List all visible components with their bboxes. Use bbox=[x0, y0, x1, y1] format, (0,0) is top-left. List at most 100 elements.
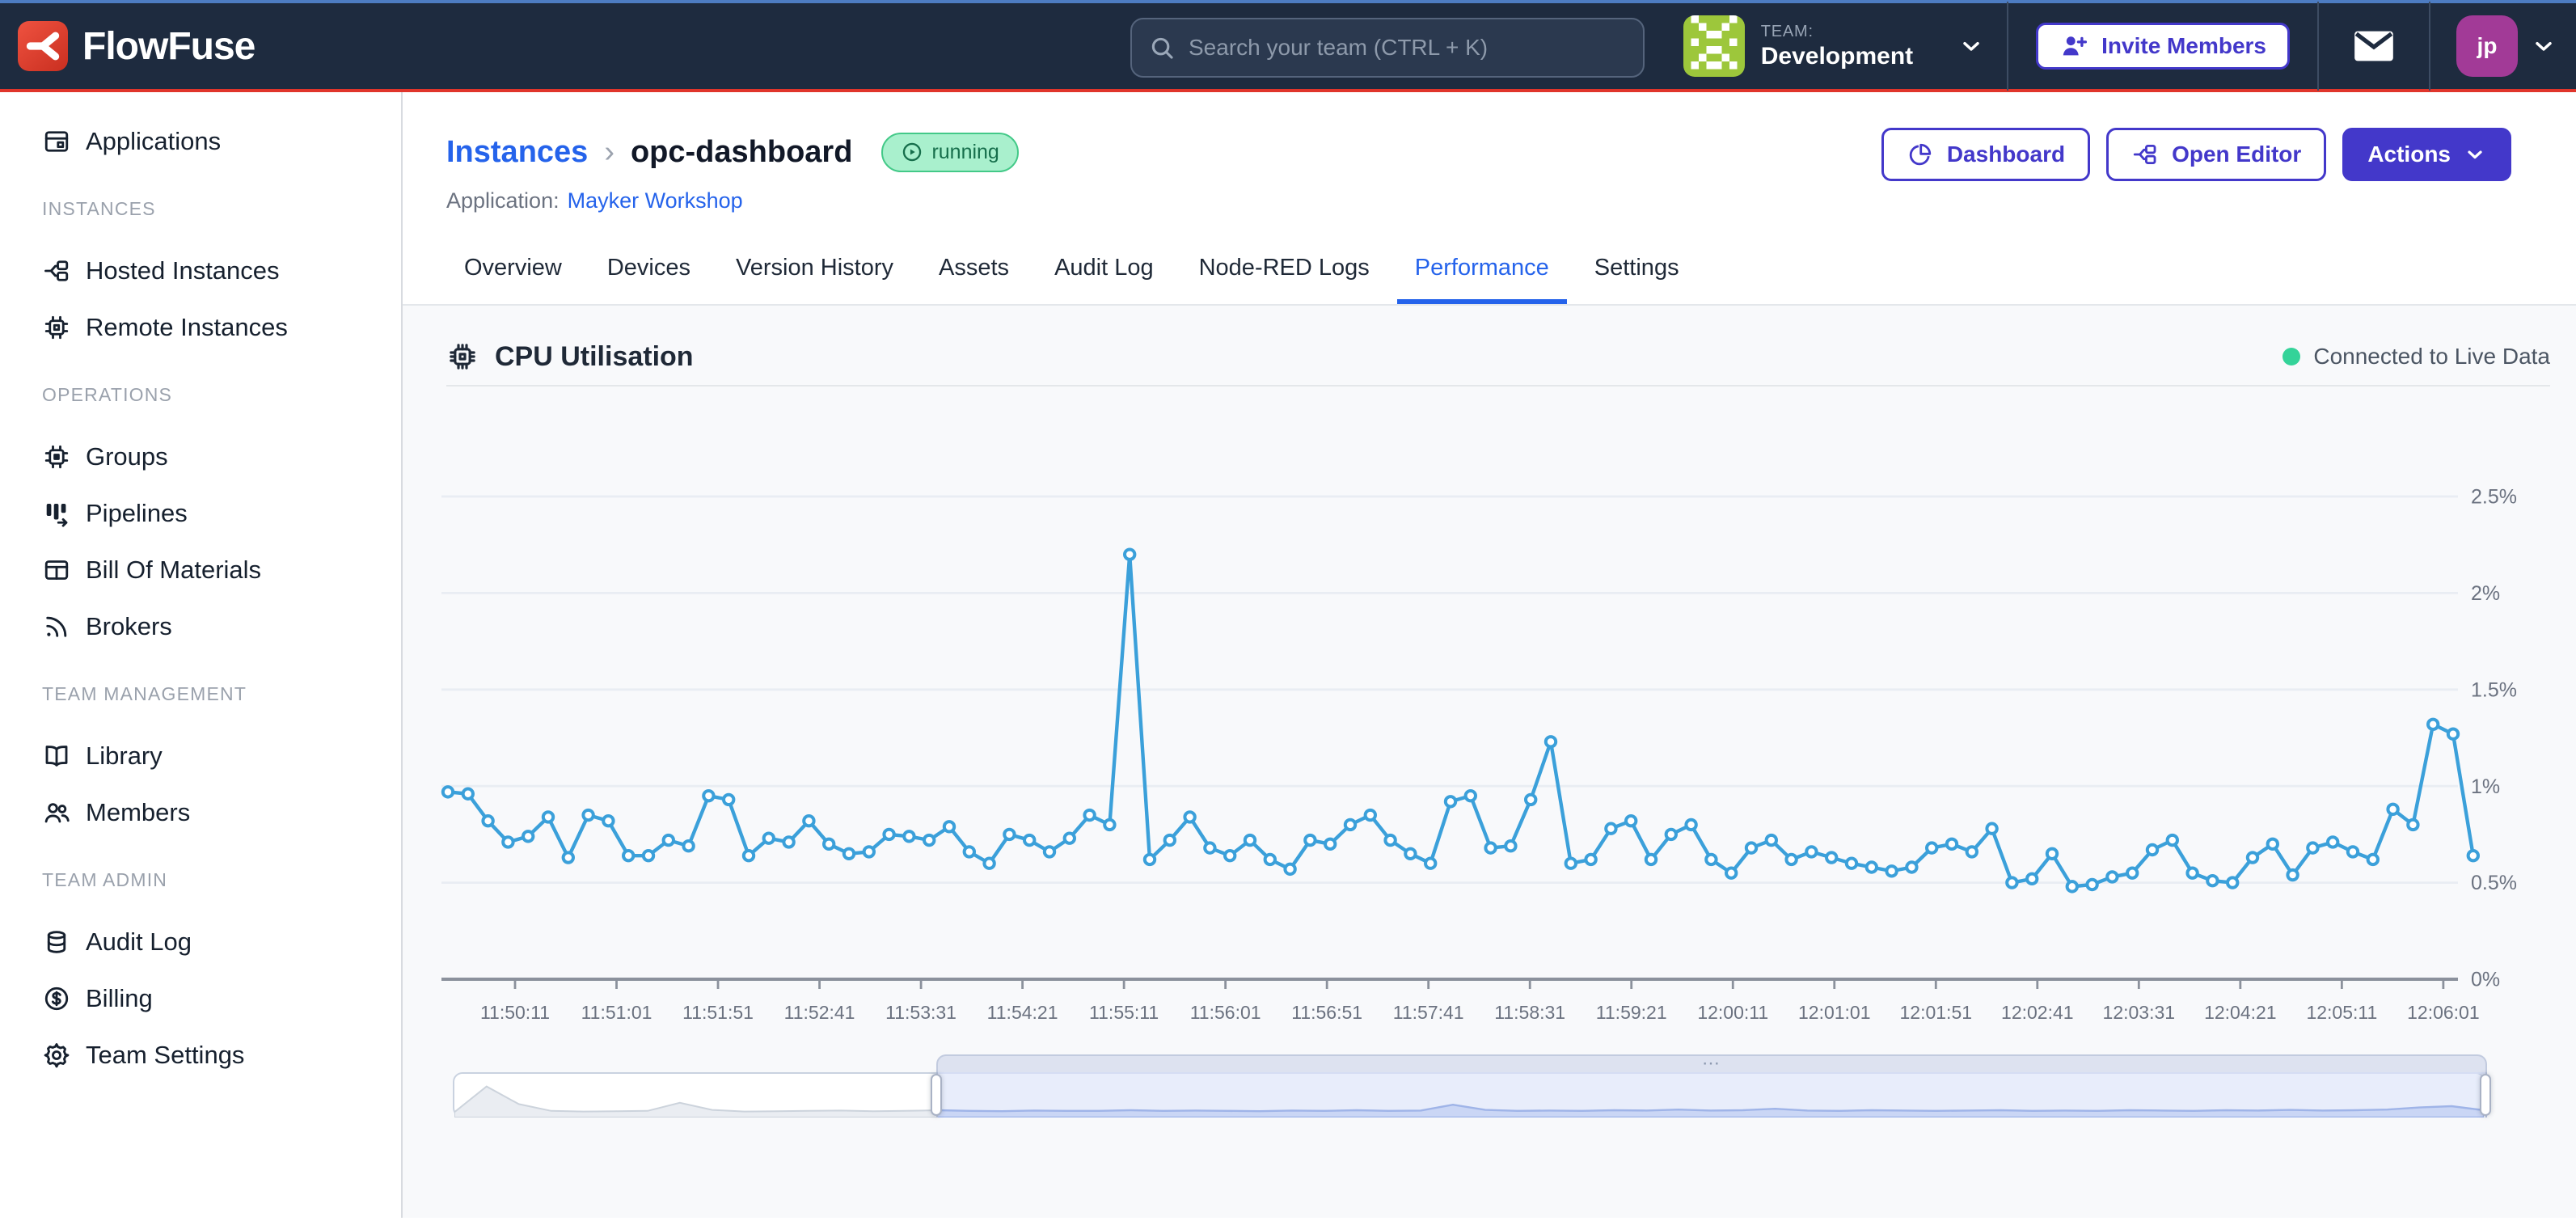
data-point bbox=[664, 835, 674, 845]
play-circle-icon bbox=[901, 141, 923, 163]
audit-log-icon bbox=[42, 927, 71, 957]
brokers-icon bbox=[42, 612, 71, 641]
sidebar-item-label: Library bbox=[86, 741, 163, 771]
data-point bbox=[1245, 835, 1255, 845]
sidebar-item-library[interactable]: Library bbox=[0, 728, 401, 784]
minimap-left-handle[interactable] bbox=[931, 1074, 942, 1116]
x-axis-label: 11:51:51 bbox=[682, 1002, 754, 1023]
tab-version-history[interactable]: Version History bbox=[718, 255, 911, 304]
sidebar-item-applications[interactable]: Applications bbox=[0, 113, 401, 170]
x-axis-label: 11:51:01 bbox=[581, 1002, 652, 1023]
data-point bbox=[603, 816, 613, 826]
data-point bbox=[1847, 859, 1856, 868]
sidebar-item-label: Bill Of Materials bbox=[86, 556, 261, 585]
status-badge-label: running bbox=[931, 141, 999, 164]
flowfuse-logo-icon bbox=[18, 21, 68, 71]
sidebar-item-audit-log[interactable]: Audit Log bbox=[0, 914, 401, 970]
data-point bbox=[844, 849, 854, 859]
y-axis-label: 0% bbox=[2471, 969, 2500, 991]
search-input[interactable] bbox=[1189, 35, 1627, 61]
team-avatar bbox=[1683, 15, 1745, 77]
header-actions: Dashboard Open Editor Actions bbox=[1881, 128, 2511, 181]
data-point bbox=[1686, 820, 1696, 830]
tab-settings[interactable]: Settings bbox=[1577, 255, 1697, 304]
data-point bbox=[1385, 835, 1395, 845]
tab-performance[interactable]: Performance bbox=[1397, 255, 1567, 304]
sidebar-section-header: OPERATIONS bbox=[0, 383, 401, 406]
minimap-selection[interactable] bbox=[936, 1072, 2487, 1117]
data-point bbox=[1366, 810, 1375, 820]
sidebar-item-remote-instances[interactable]: Remote Instances bbox=[0, 299, 401, 356]
data-point bbox=[1706, 855, 1716, 864]
node-editor-icon bbox=[2131, 141, 2159, 168]
search-icon bbox=[1148, 34, 1176, 61]
breadcrumb-instances-link[interactable]: Instances bbox=[446, 135, 588, 170]
data-point bbox=[2308, 843, 2317, 852]
data-point bbox=[1927, 843, 1936, 852]
data-point bbox=[984, 859, 994, 868]
minimap-selection-cap[interactable]: ⋯ bbox=[936, 1054, 2487, 1074]
application-link[interactable]: Mayker Workshop bbox=[568, 188, 743, 213]
application-label: Application: bbox=[446, 188, 560, 213]
data-point bbox=[864, 847, 874, 856]
data-point bbox=[2027, 874, 2037, 884]
brand-name: FlowFuse bbox=[82, 24, 255, 69]
open-editor-button[interactable]: Open Editor bbox=[2106, 128, 2326, 181]
x-axis-label: 12:01:01 bbox=[1798, 1002, 1871, 1023]
sidebar-item-label: Billing bbox=[86, 984, 153, 1013]
data-point bbox=[1446, 796, 1455, 806]
data-point bbox=[1746, 843, 1756, 852]
sidebar-item-groups[interactable]: Groups bbox=[0, 429, 401, 485]
sidebar-item-team-settings[interactable]: Team Settings bbox=[0, 1027, 401, 1084]
data-point bbox=[924, 835, 934, 845]
data-point bbox=[1205, 843, 1214, 852]
team-chevron-down-icon[interactable] bbox=[1936, 33, 2007, 59]
sidebar-item-bill-of-materials[interactable]: Bill Of Materials bbox=[0, 542, 401, 598]
sidebar-item-hosted-instances[interactable]: Hosted Instances bbox=[0, 243, 401, 299]
data-point bbox=[683, 841, 693, 851]
tab-node-red-logs[interactable]: Node-RED Logs bbox=[1181, 255, 1387, 304]
team-search[interactable] bbox=[1130, 18, 1645, 78]
billing-icon bbox=[42, 984, 71, 1013]
notifications-mail-icon[interactable] bbox=[2319, 28, 2429, 64]
actions-button[interactable]: Actions bbox=[2342, 128, 2511, 181]
data-point bbox=[1586, 855, 1595, 864]
data-point bbox=[2047, 849, 2057, 859]
tab-devices[interactable]: Devices bbox=[589, 255, 708, 304]
data-point bbox=[1325, 839, 1335, 849]
data-point bbox=[2368, 855, 2378, 864]
minimap-right-handle[interactable] bbox=[2480, 1074, 2491, 1116]
x-axis-label: 11:56:01 bbox=[1190, 1002, 1261, 1023]
data-point bbox=[1726, 868, 1736, 877]
tab-assets[interactable]: Assets bbox=[921, 255, 1027, 304]
sidebar-item-brokers[interactable]: Brokers bbox=[0, 598, 401, 655]
data-point bbox=[1225, 851, 1235, 860]
data-point bbox=[2228, 877, 2237, 887]
user-menu-chevron-down-icon[interactable] bbox=[2531, 33, 2557, 59]
bill-of-materials-icon bbox=[42, 556, 71, 585]
team-switcher[interactable]: TEAM: Development bbox=[1670, 15, 1936, 77]
sidebar-item-label: Pipelines bbox=[86, 499, 188, 528]
data-point bbox=[1886, 866, 1896, 876]
main-content: Instances › opc-dashboard running Applic… bbox=[403, 92, 2576, 1218]
sidebar-item-billing[interactable]: Billing bbox=[0, 970, 401, 1027]
dashboard-button[interactable]: Dashboard bbox=[1881, 128, 2090, 181]
team-name: Development bbox=[1761, 43, 1913, 70]
sidebar-item-pipelines[interactable]: Pipelines bbox=[0, 485, 401, 542]
data-point bbox=[783, 837, 793, 847]
flowfuse-logo[interactable]: FlowFuse bbox=[0, 21, 255, 71]
tab-audit-log[interactable]: Audit Log bbox=[1037, 255, 1172, 304]
data-point bbox=[904, 831, 914, 841]
data-point bbox=[2408, 820, 2418, 830]
drag-grip-icon[interactable]: ⋯ bbox=[938, 1056, 2485, 1071]
invite-members-button[interactable]: Invite Members bbox=[2036, 23, 2290, 70]
data-point bbox=[1666, 830, 1676, 839]
data-point bbox=[2087, 880, 2097, 889]
sidebar-item-members[interactable]: Members bbox=[0, 784, 401, 841]
user-avatar[interactable]: jp bbox=[2456, 15, 2518, 77]
tab-overview[interactable]: Overview bbox=[446, 255, 580, 304]
data-point bbox=[1947, 839, 1957, 849]
instance-name: opc-dashboard bbox=[631, 135, 852, 170]
data-point bbox=[1606, 824, 1615, 834]
flowfuse-app: FlowFuse bbox=[0, 0, 2576, 1221]
